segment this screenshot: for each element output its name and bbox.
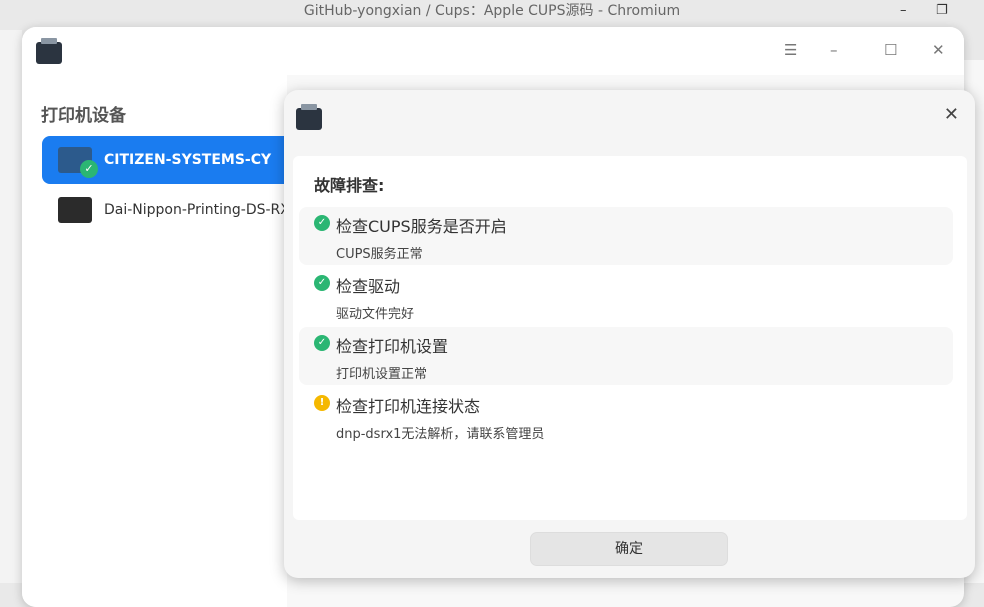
device-name: Dai-Nippon-Printing-DS-RX1 [104,202,292,218]
warning-icon: ! [314,395,330,411]
menu-icon[interactable]: ☰ [784,41,797,59]
troubleshoot-content: 故障排查: ✓ 检查CUPS服务是否开启 CUPS服务正常 ✓ 检查驱动 驱动文… [293,156,967,520]
browser-title: GitHub-yongxian / Cups：Apple CUPS源码 - Ch… [303,3,681,19]
device-name: CITIZEN-SYSTEMS-CY [104,152,272,168]
sidebar-title: 打印机设备 [41,106,126,126]
troubleshoot-dialog: ✕ 故障排查: ✓ 检查CUPS服务是否开启 CUPS服务正常 ✓ 检查驱动 驱… [284,90,975,578]
close-button[interactable]: ✕ [932,41,945,59]
check-title: 检查CUPS服务是否开启 [336,217,507,236]
check-title: 检查打印机设置 [336,337,449,356]
browser-left-edge [0,30,22,583]
check-detail: 打印机设置正常 [336,367,428,382]
check-detail: 驱动文件完好 [336,307,415,322]
check-item: ✓ 检查CUPS服务是否开启 CUPS服务正常 [299,207,953,265]
check-title: 检查打印机连接状态 [336,397,481,416]
browser-minimize-button[interactable]: – [900,3,907,18]
ok-button[interactable]: 确定 [530,532,728,566]
dialog-printer-icon [296,104,322,130]
device-item-citizen[interactable]: ✓ CITIZEN-SYSTEMS-CY [42,136,292,184]
success-icon: ✓ [314,275,330,291]
check-detail: CUPS服务正常 [336,247,423,262]
success-icon: ✓ [314,215,330,231]
check-item: ! 检查打印机连接状态 dnp-dsrx1无法解析，请联系管理员 [299,387,953,445]
device-item-dnp[interactable]: Dai-Nippon-Printing-DS-RX1 [42,186,292,234]
check-item: ✓ 检查驱动 驱动文件完好 [299,267,953,325]
app-printer-icon [36,38,62,64]
troubleshoot-heading: 故障排查: [314,176,385,195]
sidebar: 打印机设备 ✓ CITIZEN-SYSTEMS-CY Dai-Nippon-Pr… [22,75,292,607]
check-title: 检查驱动 [336,277,401,296]
success-icon: ✓ [314,335,330,351]
check-item: ✓ 检查打印机设置 打印机设置正常 [299,327,953,385]
minimize-button[interactable]: – [830,41,838,59]
check-detail: dnp-dsrx1无法解析，请联系管理员 [336,427,545,442]
printer-icon [58,197,92,223]
dialog-close-button[interactable]: ✕ [944,104,959,125]
maximize-button[interactable]: ☐ [884,41,897,59]
title-bar: ☰ – ☐ ✕ [22,27,964,75]
check-icon: ✓ [80,160,98,178]
browser-restore-button[interactable]: ❐ [936,3,948,18]
